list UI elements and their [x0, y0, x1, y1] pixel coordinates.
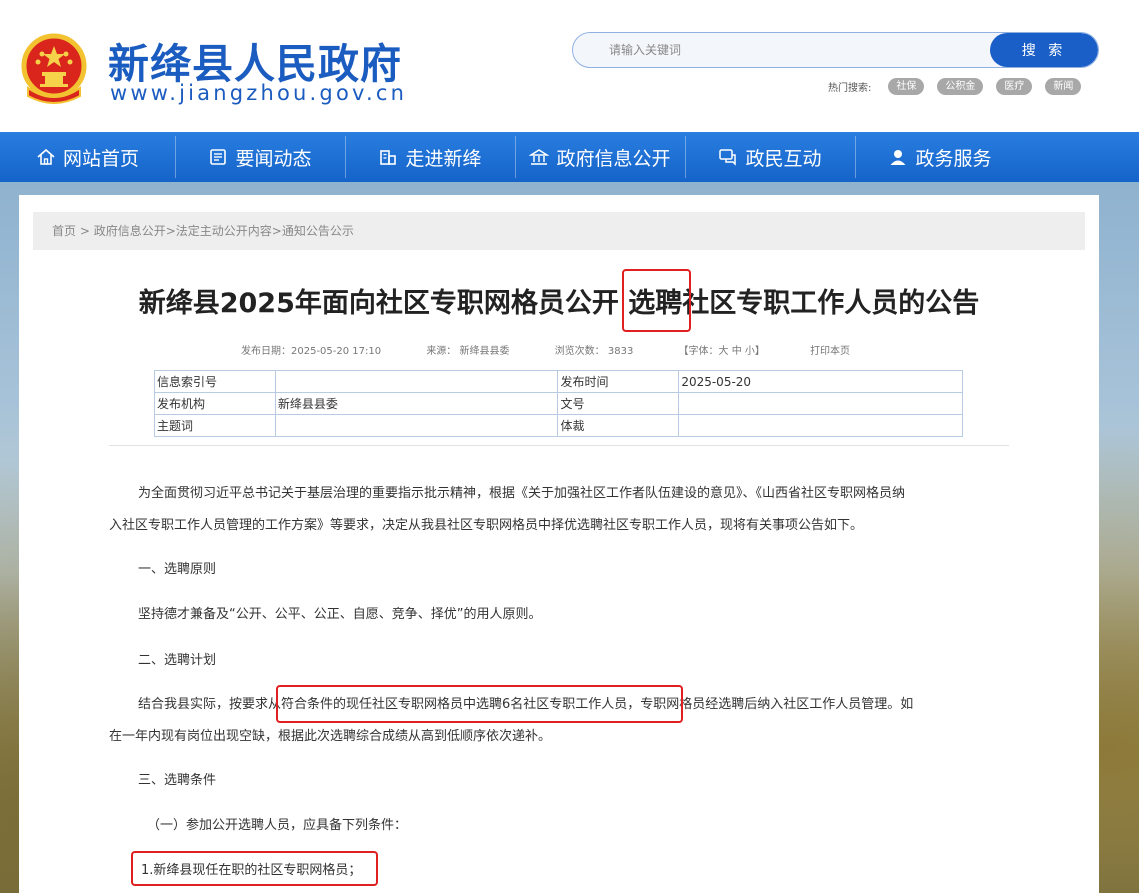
content-card: 首页 > 政府信息公开>法定主动公开内容>通知公告公示 新绛县2025年面向社区… — [19, 195, 1099, 893]
paragraph-intro-line1: 为全面贯彻习近平总书记关于基层治理的重要指示批示精神，根据《关于加强社区工作者队… — [138, 486, 906, 501]
nav-item-services[interactable]: 政务服务 — [855, 132, 1025, 182]
divider — [109, 445, 1009, 446]
info-table: 信息索引号 发布时间 2025-05-20 发布机构 新绛县县委 文号 主题词 … — [154, 370, 963, 437]
table-cell — [274, 414, 559, 437]
condition-item: 1.新绛县现任在职的社区专职网格员； — [141, 863, 362, 878]
chat-icon — [719, 149, 737, 166]
table-cell: 体裁 — [557, 414, 680, 437]
breadcrumb-gov-info[interactable]: 政府信息公开 — [94, 224, 166, 238]
hot-search: 热门搜索: 社保 公积金 医疗 新闻 — [828, 77, 1082, 95]
site-url[interactable]: www.jiangzhou.gov.cn — [110, 81, 407, 105]
section-heading: 一、选聘原则 — [138, 562, 217, 577]
search-input[interactable] — [573, 33, 991, 67]
paragraph-plan: 结合我县实际，按要求从符合条件的现任社区专职网格员中选聘6名社区专职工作人员，专… — [138, 690, 913, 720]
table-cell: 2025-05-20 — [678, 370, 963, 393]
hot-search-label: 热门搜索: — [828, 82, 872, 94]
article-meta: 发布日期：2025-05-20 17:10 来源： 新绛县县委 浏览次数： 38… — [241, 342, 850, 357]
nav-label: 网站首页 — [62, 147, 139, 170]
section-heading: 二、选聘计划 — [138, 653, 217, 668]
plan-text-a: 结合我县实际，按要求 — [138, 697, 269, 712]
hot-tag-housing-fund[interactable]: 公积金 — [937, 77, 984, 95]
font-size-switch[interactable]: 【字体：大 中 小】 — [679, 346, 765, 357]
nav-label: 走进新绛 — [405, 147, 482, 170]
breadcrumb-statutory[interactable]: >法定主动公开内容 — [166, 224, 272, 238]
main-nav: 网站首页 要闻动态 走进新绛 政府信息公开 政民互动 政务服务 — [0, 132, 1139, 182]
plan-highlight: 从符合条件的现任社区专职网格员中选聘6名社区专职工作人员 — [268, 697, 628, 712]
table-row: 信息索引号 发布时间 2025-05-20 — [154, 370, 963, 393]
title-part-2: 社区专职工作人员的公告 — [682, 288, 980, 319]
table-cell: 文号 — [557, 392, 680, 415]
national-emblem-icon[interactable] — [20, 32, 88, 104]
breadcrumb-notices[interactable]: >通知公告公示 — [272, 224, 354, 238]
site-header: 新绛县人民政府 www.jiangzhou.gov.cn 搜 索 热门搜索: 社… — [0, 0, 1139, 132]
table-cell: 信息索引号 — [154, 370, 276, 393]
hot-tag-medical[interactable]: 医疗 — [996, 77, 1033, 95]
publish-date: 发布日期：2025-05-20 17:10 — [241, 346, 382, 357]
table-cell: 发布机构 — [154, 392, 276, 415]
news-icon — [210, 149, 227, 165]
paragraph-plan-line2: 在一年内现有岗位出现空缺，根据此次选聘综合成绩从高到低顺序依次递补。 — [109, 729, 552, 744]
nav-label: 政府信息公开 — [556, 147, 671, 170]
user-icon — [890, 150, 906, 165]
breadcrumb: 首页 > 政府信息公开>法定主动公开内容>通知公告公示 — [33, 212, 1085, 250]
government-icon — [529, 149, 550, 165]
plan-text-b: ，专职网格员经选聘后纳入社区工作人员管理。如 — [627, 697, 914, 712]
nav-item-gov-info[interactable]: 政府信息公开 — [515, 132, 685, 182]
paragraph-intro-line2: 入社区专职工作人员管理的工作方案》等要求，决定从我县社区专职网格员中择优选聘社区… — [109, 518, 864, 533]
table-cell — [678, 392, 963, 415]
search-box: 搜 索 — [572, 32, 1099, 68]
hot-tag-social-security[interactable]: 社保 — [888, 77, 925, 95]
view-count: 浏览次数： 3833 — [554, 346, 634, 357]
article-source: 来源： 新绛县县委 — [426, 346, 510, 357]
nav-label: 要闻动态 — [235, 147, 312, 170]
nav-item-about[interactable]: 走进新绛 — [345, 132, 515, 182]
article-title: 新绛县2025年面向社区专职网格员公开 选聘社区专职工作人员的公告 — [19, 281, 1099, 320]
sub-heading: （一）参加公开选聘人员，应具备下列条件： — [147, 818, 408, 833]
table-cell: 新绛县县委 — [274, 392, 559, 415]
nav-item-interaction[interactable]: 政民互动 — [685, 132, 855, 182]
hot-tag-news[interactable]: 新闻 — [1045, 77, 1082, 95]
table-cell — [274, 370, 559, 393]
nav-label: 政民互动 — [745, 147, 822, 170]
building-icon — [380, 150, 397, 165]
nav-item-news[interactable]: 要闻动态 — [175, 132, 345, 182]
search-button[interactable]: 搜 索 — [990, 33, 1098, 67]
table-cell: 主题词 — [154, 414, 276, 437]
table-row: 发布机构 新绛县县委 文号 — [154, 392, 963, 415]
print-link[interactable]: 打印本页 — [810, 346, 850, 357]
table-row: 主题词 体裁 — [154, 414, 963, 437]
breadcrumb-home[interactable]: 首页 — [52, 224, 76, 238]
breadcrumb-separator: > — [76, 224, 94, 238]
table-cell — [678, 414, 963, 437]
title-highlight: 选聘 — [628, 288, 683, 319]
nav-label: 政务服务 — [915, 147, 992, 170]
title-part-1: 新绛县2025年面向社区专职网格员公开 — [138, 288, 629, 319]
table-cell: 发布时间 — [557, 370, 680, 393]
home-icon — [37, 148, 55, 165]
nav-item-home[interactable]: 网站首页 — [0, 132, 175, 182]
paragraph: 坚持德才兼备及“公开、公平、公正、自愿、竞争、择优”的用人原则。 — [138, 607, 542, 622]
section-heading: 三、选聘条件 — [138, 773, 217, 788]
